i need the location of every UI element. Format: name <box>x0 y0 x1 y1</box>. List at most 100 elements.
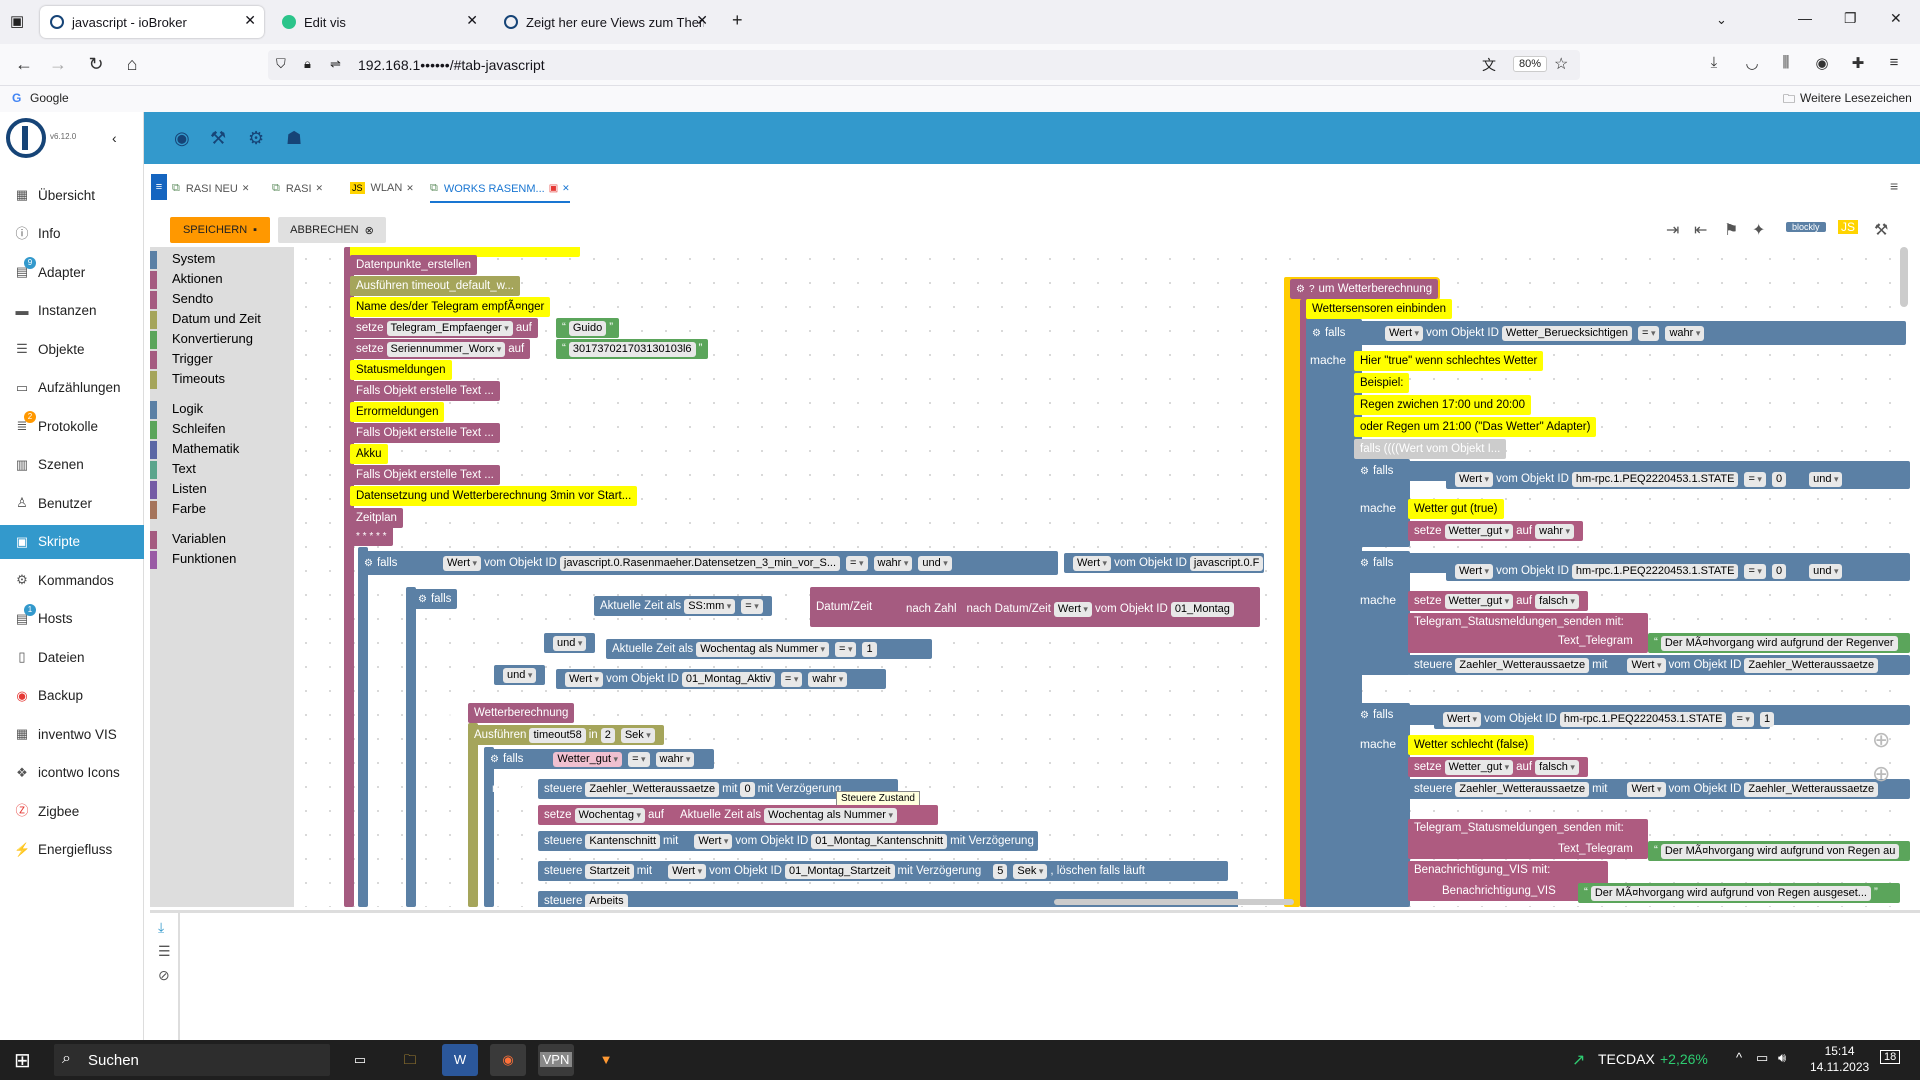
close-icon[interactable]: ✕ <box>562 183 570 194</box>
wrench-icon[interactable]: ⚒ <box>210 128 226 149</box>
forward-icon[interactable]: → <box>46 54 70 75</box>
download-icon[interactable]: ⤓ <box>158 919 164 936</box>
browser-tab-iobroker[interactable]: javascript - ioBroker ✕ <box>40 6 264 38</box>
recenter-icon[interactable]: ⊕ <box>1872 727 1890 753</box>
library-icon[interactable]: ⫼ <box>1774 54 1798 71</box>
ifC-compare[interactable]: Wertvom Objekt IDhm-rpc.1.PEQ2220453.1.S… <box>1434 709 1775 729</box>
task-view-icon[interactable]: ▭ <box>342 1044 378 1076</box>
and-block[interactable]: und <box>544 633 596 653</box>
zoom-level[interactable]: 80% <box>1513 56 1548 72</box>
brave-icon[interactable]: ▼ <box>588 1044 624 1076</box>
sidebar-item-dateien[interactable]: ▯ Dateien <box>0 640 144 674</box>
vpn-icon[interactable]: VPN <box>538 1044 574 1076</box>
explorer-icon[interactable]: 🗀 <box>392 1044 428 1076</box>
import-icon[interactable]: ⇤ <box>1694 220 1707 240</box>
check-icon[interactable]: ⚑ <box>1724 220 1738 240</box>
block-ausfuehren[interactable]: Ausführen timeout_default_w... <box>350 276 520 296</box>
block-func-akku[interactable]: Falls Objekt erstelle Text ... <box>350 465 500 485</box>
ticker-name[interactable]: TECDAX <box>1598 1051 1655 1067</box>
new-tab-icon[interactable]: + <box>732 10 743 31</box>
toolbox-category-mathematik[interactable]: Mathematik <box>150 441 239 459</box>
steuere-kantenschnitt[interactable]: steuereKantenschnittmitWertvom Objekt ID… <box>538 831 1038 851</box>
lock-icon[interactable]: 🔒︎ <box>304 56 311 72</box>
volume-icon[interactable]: 🔊︎ <box>1778 1050 1786 1066</box>
text-guido[interactable]: “Guido” <box>556 318 620 338</box>
steuere-startzeit[interactable]: steuereStartzeitmitWertvom Objekt ID01_M… <box>538 861 1228 881</box>
sidebar-item-info[interactable]: ⓘ Info <box>0 217 144 251</box>
function-header[interactable]: ⚙? um Wetterberechnung <box>1287 277 1441 301</box>
block-comment-telegram[interactable]: Name des/der Telegram empfÃ¤nger <box>350 297 551 317</box>
set-wetter-gut-false[interactable]: setzeWetter_gutauffalsch <box>1408 591 1588 611</box>
inner-if-block[interactable]: ⚙ falls <box>412 589 458 609</box>
block-comment-status[interactable]: Statusmeldungen <box>350 360 452 380</box>
taskbar-search[interactable]: ⌕ Suchen <box>54 1044 330 1076</box>
toolbox-category-farbe[interactable]: Farbe <box>150 501 206 519</box>
comment-sensors[interactable]: Wettersensoren einbinden <box>1306 299 1453 319</box>
windows-start-icon[interactable]: ⊞ <box>14 1048 31 1073</box>
weekday-compare[interactable]: Aktuelle Zeit alsWochentag als Nummer=1 <box>606 639 932 659</box>
toolbox-category-timeouts[interactable]: Timeouts <box>150 371 225 389</box>
toolbox-category-variablen[interactable]: Variablen <box>150 531 226 549</box>
sidebar-item-backup[interactable]: ◉ Backup <box>0 679 144 713</box>
network-icon[interactable]: ▭ <box>1756 1050 1768 1066</box>
toolbox-category-funktionen[interactable]: Funktionen <box>150 551 236 569</box>
close-tab-icon[interactable]: ✕ <box>244 12 256 29</box>
minimize-icon[interactable]: — <box>1798 10 1812 26</box>
home-icon[interactable]: ⌂ <box>120 54 144 75</box>
account-icon[interactable]: ◉ <box>1810 54 1834 72</box>
sidebar-item-skripte[interactable]: ▣ Skripte <box>0 524 144 559</box>
aktiv-compare[interactable]: Wertvom Objekt ID01_Montag_Aktiv=wahr <box>556 669 886 689</box>
notification-badge[interactable]: 18 <box>1880 1050 1901 1064</box>
block-zeitplan[interactable]: Zeitplan <box>350 508 403 528</box>
disabled-block[interactable]: falls ((((Wert vom Objekt I... <box>1354 439 1507 459</box>
block-set-telegram[interactable]: setzeTelegram_Empfaengerauf <box>350 318 538 338</box>
magic-icon[interactable]: ✦ <box>1752 220 1765 240</box>
sidebar-item-benutzer[interactable]: ♙ Benutzer <box>0 486 144 520</box>
steuere-zaehler-right-2[interactable]: steuereZaehler_WetteraussaetzemitWertvom… <box>1408 779 1910 799</box>
sidebar-item-hosts[interactable]: ▤ 1 Hosts <box>0 602 144 636</box>
sidebar-item-icontwo-icons[interactable]: ❖ icontwo Icons <box>0 756 144 790</box>
telegram-call[interactable]: Telegram_Statusmeldungen_senden mit: <box>1408 613 1648 653</box>
tab-list-icon[interactable]: ▣ <box>10 12 24 30</box>
iobroker-logo[interactable] <box>6 118 46 158</box>
settings-icon[interactable]: ⚙ <box>248 128 264 149</box>
chevron-down-icon[interactable]: ⌄ <box>1716 12 1727 28</box>
back-icon[interactable]: ← <box>12 54 36 75</box>
toolbox-category-sendto[interactable]: Sendto <box>150 291 213 309</box>
toolbox-category-text[interactable]: Text <box>150 461 196 479</box>
toolbox-category-konvertierung[interactable]: Konvertierung <box>150 331 253 349</box>
wetter-beruecks-compare[interactable]: Wertvom Objekt IDWetter_Beruecksichtigen… <box>1376 323 1714 343</box>
scrollbar-h[interactable] <box>1054 899 1294 905</box>
text-msg2[interactable]: “Der MÃ¤hvorgang wird aufgrund von Regen… <box>1648 841 1910 861</box>
sidebar-item-kommandos[interactable]: ⚙ Kommandos <box>0 563 144 597</box>
wrench-icon[interactable]: ⚒ <box>1874 220 1888 240</box>
toolbox-category-schleifen[interactable]: Schleifen <box>150 421 225 439</box>
comment-c1[interactable]: Hier "true" wenn schlechtes Wetter <box>1354 351 1544 371</box>
tab-rasi[interactable]: ⧉ RASI ✕ <box>272 182 323 195</box>
and-block-2[interactable]: und <box>494 665 546 685</box>
shield-icon[interactable]: ⛉ <box>276 56 286 72</box>
block-comment-error[interactable]: Errormeldungen <box>350 402 445 422</box>
save-button[interactable]: SPEICHERN ▪ <box>170 217 270 243</box>
tab-rasi-neu[interactable]: ⧉ RASI NEU ✕ <box>172 182 249 195</box>
close-icon[interactable]: ✕ <box>406 183 414 194</box>
export-icon[interactable]: ⇥ <box>1666 220 1679 240</box>
text-msg1[interactable]: “Der MÃ¤hvorgang wird aufgrund der Regen… <box>1648 633 1910 653</box>
sidebar-item-zigbee[interactable]: Ⓩ Zigbee <box>0 794 144 828</box>
convert-block[interactable]: nach Zahlnach Datum/ZeitWertvom Objekt I… <box>900 599 1243 619</box>
word-icon[interactable]: W <box>442 1044 478 1076</box>
close-icon[interactable]: ✕ <box>316 183 324 194</box>
sidebar-item--bersicht[interactable]: ▦ Übersicht <box>0 178 144 212</box>
clock[interactable]: 15:14 14.11.2023 <box>1810 1043 1869 1075</box>
comment-c4[interactable]: oder Regen um 21:00 ("Das Wetter" Adapte… <box>1354 417 1597 437</box>
firefox-icon[interactable]: ◉ <box>490 1044 526 1076</box>
list-icon[interactable]: ☰ <box>158 943 171 960</box>
sidebar-item-szenen[interactable]: ▥ Szenen <box>0 448 144 482</box>
close-window-icon[interactable]: ✕ <box>1890 10 1902 27</box>
sidebar-item-aufz-hlungen[interactable]: ▭ Aufzählungen <box>0 371 144 405</box>
close-icon[interactable]: ✕ <box>242 183 250 194</box>
set-wetter-gut-false-2[interactable]: setzeWetter_gutauffalsch <box>1408 757 1588 777</box>
url-bar[interactable]: ⛉ 🔒︎ ⇌ 192.168.1••••••/#tab-javascript 文… <box>268 50 1580 80</box>
toolbox-category-aktionen[interactable]: Aktionen <box>150 271 223 289</box>
text-msg3[interactable]: “Der MÃ¤hvorgang wird aufgrund von Regen… <box>1578 883 1900 903</box>
